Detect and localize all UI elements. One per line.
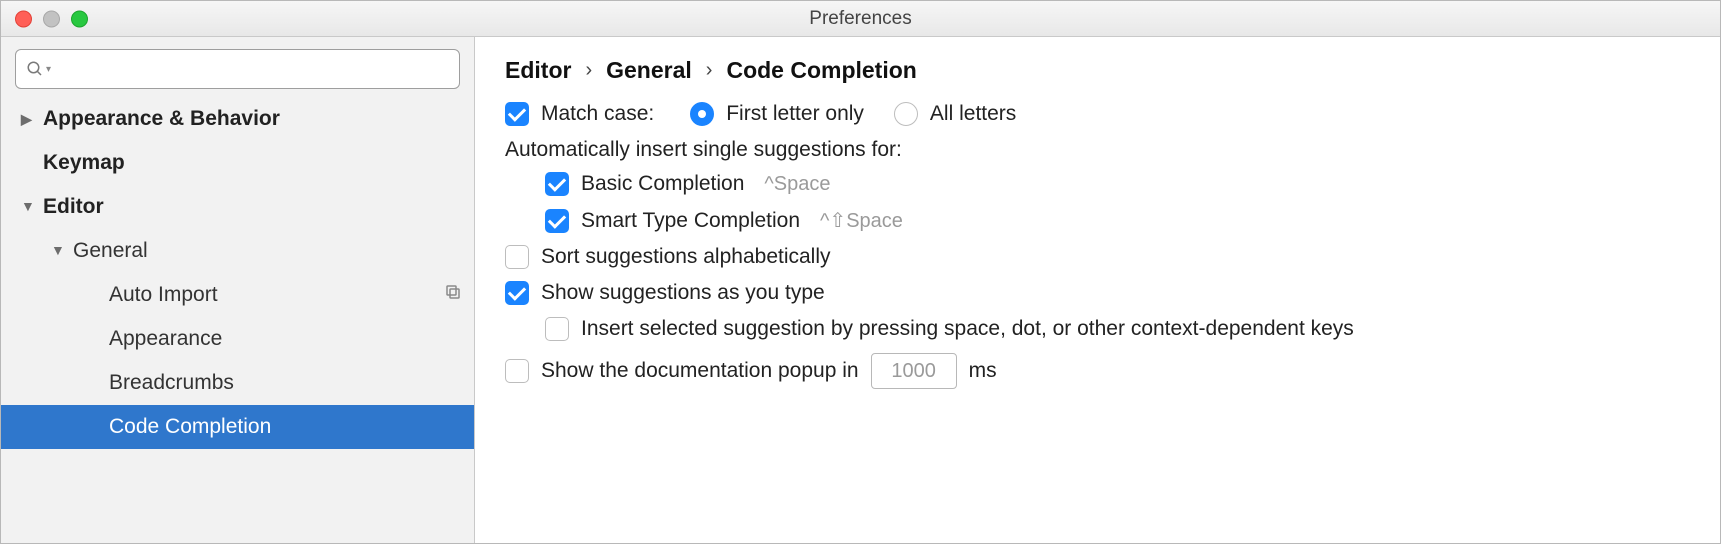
maximize-window-button[interactable]: [71, 10, 88, 27]
close-window-button[interactable]: [15, 10, 32, 27]
sort-alphabetically-checkbox[interactable]: [505, 245, 529, 269]
window-controls: [15, 10, 88, 27]
sidebar-item-appearance-behavior[interactable]: ▶ Appearance & Behavior: [1, 97, 474, 141]
sidebar-item-auto-import[interactable]: Auto Import: [1, 273, 474, 317]
sidebar-item-appearance[interactable]: Appearance: [1, 317, 474, 361]
settings-panel: Editor › General › Code Completion Match…: [475, 37, 1720, 543]
doc-popup-checkbox[interactable]: [505, 359, 529, 383]
doc-popup-label-after: ms: [969, 359, 997, 383]
auto-insert-heading: Automatically insert single suggestions …: [505, 138, 1690, 162]
breadcrumb-editor[interactable]: Editor: [505, 57, 571, 84]
chevron-right-icon: ›: [706, 59, 713, 82]
sidebar-item-label: Appearance: [109, 327, 222, 351]
insert-by-keys-checkbox[interactable]: [545, 317, 569, 341]
basic-completion-shortcut: ^Space: [764, 173, 830, 196]
sidebar-item-code-completion[interactable]: Code Completion: [1, 405, 474, 449]
breadcrumb-code-completion: Code Completion: [726, 57, 916, 84]
sidebar-item-label: Appearance & Behavior: [43, 107, 280, 131]
search-input[interactable]: ▾: [15, 49, 460, 89]
sidebar-item-label: Auto Import: [109, 283, 218, 307]
sidebar-item-label: Code Completion: [109, 415, 271, 439]
match-case-label: Match case:: [541, 102, 654, 126]
show-suggestions-checkbox[interactable]: [505, 281, 529, 305]
window-title: Preferences: [1, 8, 1720, 30]
basic-completion-label: Basic Completion: [581, 172, 744, 196]
search-icon: [26, 60, 44, 78]
all-letters-label: All letters: [930, 102, 1016, 126]
chevron-right-icon: ▶: [21, 111, 35, 128]
sidebar-tree: ▶ Appearance & Behavior Keymap ▼ Editor …: [1, 97, 474, 449]
sidebar-item-keymap[interactable]: Keymap: [1, 141, 474, 185]
chevron-right-icon: ›: [585, 59, 592, 82]
chevron-down-icon: ▼: [21, 198, 35, 214]
sidebar-item-label: Editor: [43, 195, 104, 219]
insert-by-keys-label: Insert selected suggestion by pressing s…: [581, 317, 1354, 341]
sidebar: ▾ ▶ Appearance & Behavior Keymap ▼ Edito…: [1, 37, 475, 543]
first-letter-only-radio[interactable]: [690, 102, 714, 126]
smart-type-completion-checkbox[interactable]: [545, 209, 569, 233]
copy-icon[interactable]: [444, 283, 462, 307]
match-case-checkbox[interactable]: [505, 102, 529, 126]
search-dropdown-icon[interactable]: ▾: [46, 64, 51, 75]
sidebar-item-label: Keymap: [43, 151, 125, 175]
first-letter-only-label: First letter only: [726, 102, 864, 126]
sidebar-item-breadcrumbs[interactable]: Breadcrumbs: [1, 361, 474, 405]
doc-popup-delay-input[interactable]: [871, 353, 957, 389]
doc-popup-label-before: Show the documentation popup in: [541, 359, 859, 383]
basic-completion-checkbox[interactable]: [545, 172, 569, 196]
sidebar-item-editor[interactable]: ▼ Editor: [1, 185, 474, 229]
sidebar-item-general[interactable]: ▼ General: [1, 229, 474, 273]
smart-type-completion-label: Smart Type Completion: [581, 209, 800, 233]
sidebar-item-label: General: [73, 239, 148, 263]
chevron-down-icon: ▼: [51, 242, 65, 258]
breadcrumb-general[interactable]: General: [606, 57, 692, 84]
show-suggestions-label: Show suggestions as you type: [541, 281, 825, 305]
breadcrumb: Editor › General › Code Completion: [505, 57, 1690, 84]
sidebar-item-label: Breadcrumbs: [109, 371, 234, 395]
all-letters-radio[interactable]: [894, 102, 918, 126]
smart-type-completion-shortcut: ^⇧Space: [820, 208, 903, 233]
sort-alphabetically-label: Sort suggestions alphabetically: [541, 245, 831, 269]
titlebar: Preferences: [1, 1, 1720, 37]
minimize-window-button[interactable]: [43, 10, 60, 27]
